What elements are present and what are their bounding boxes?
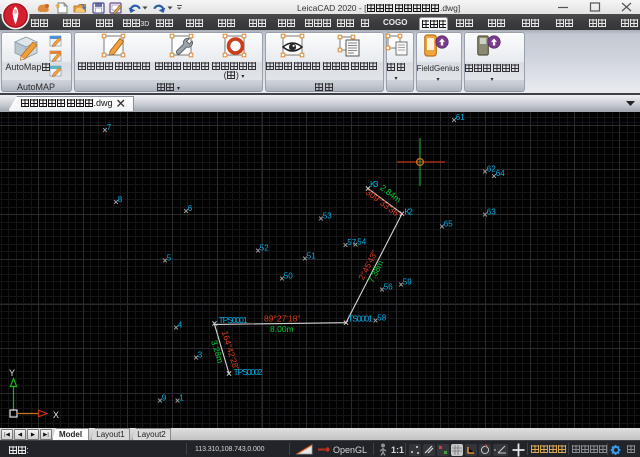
svg-text:6: 6 (188, 204, 193, 213)
svg-text:64: 64 (496, 169, 505, 178)
svg-text:58: 58 (377, 314, 386, 323)
svg-text:57: 57 (347, 238, 356, 247)
svg-text:9: 9 (162, 394, 167, 403)
svg-text:61: 61 (456, 113, 465, 122)
svg-text:4: 4 (178, 321, 183, 330)
svg-text:65: 65 (444, 220, 453, 229)
svg-text:53: 53 (323, 212, 332, 221)
svg-text:3: 3 (198, 351, 203, 360)
svg-text:89°27'18": 89°27'18" (264, 314, 300, 324)
svg-text:8.00m: 8.00m (270, 324, 294, 334)
svg-text:50: 50 (284, 272, 293, 281)
svg-text:54: 54 (357, 238, 366, 247)
svg-text:X: X (53, 410, 59, 420)
svg-text:5: 5 (167, 254, 172, 263)
svg-text:56: 56 (384, 283, 393, 292)
svg-text:51: 51 (307, 252, 316, 261)
svg-text:TS0001: TS0001 (348, 314, 373, 324)
svg-text:1: 1 (179, 394, 184, 403)
svg-text:63: 63 (487, 208, 496, 217)
svg-text:52: 52 (260, 244, 269, 253)
svg-text:TPS0001: TPS0001 (219, 315, 248, 325)
svg-text:K2: K2 (405, 207, 414, 217)
svg-text:59: 59 (403, 278, 412, 287)
svg-text:8: 8 (118, 195, 123, 204)
svg-text:7: 7 (107, 123, 112, 132)
svg-text:Y: Y (9, 368, 15, 378)
